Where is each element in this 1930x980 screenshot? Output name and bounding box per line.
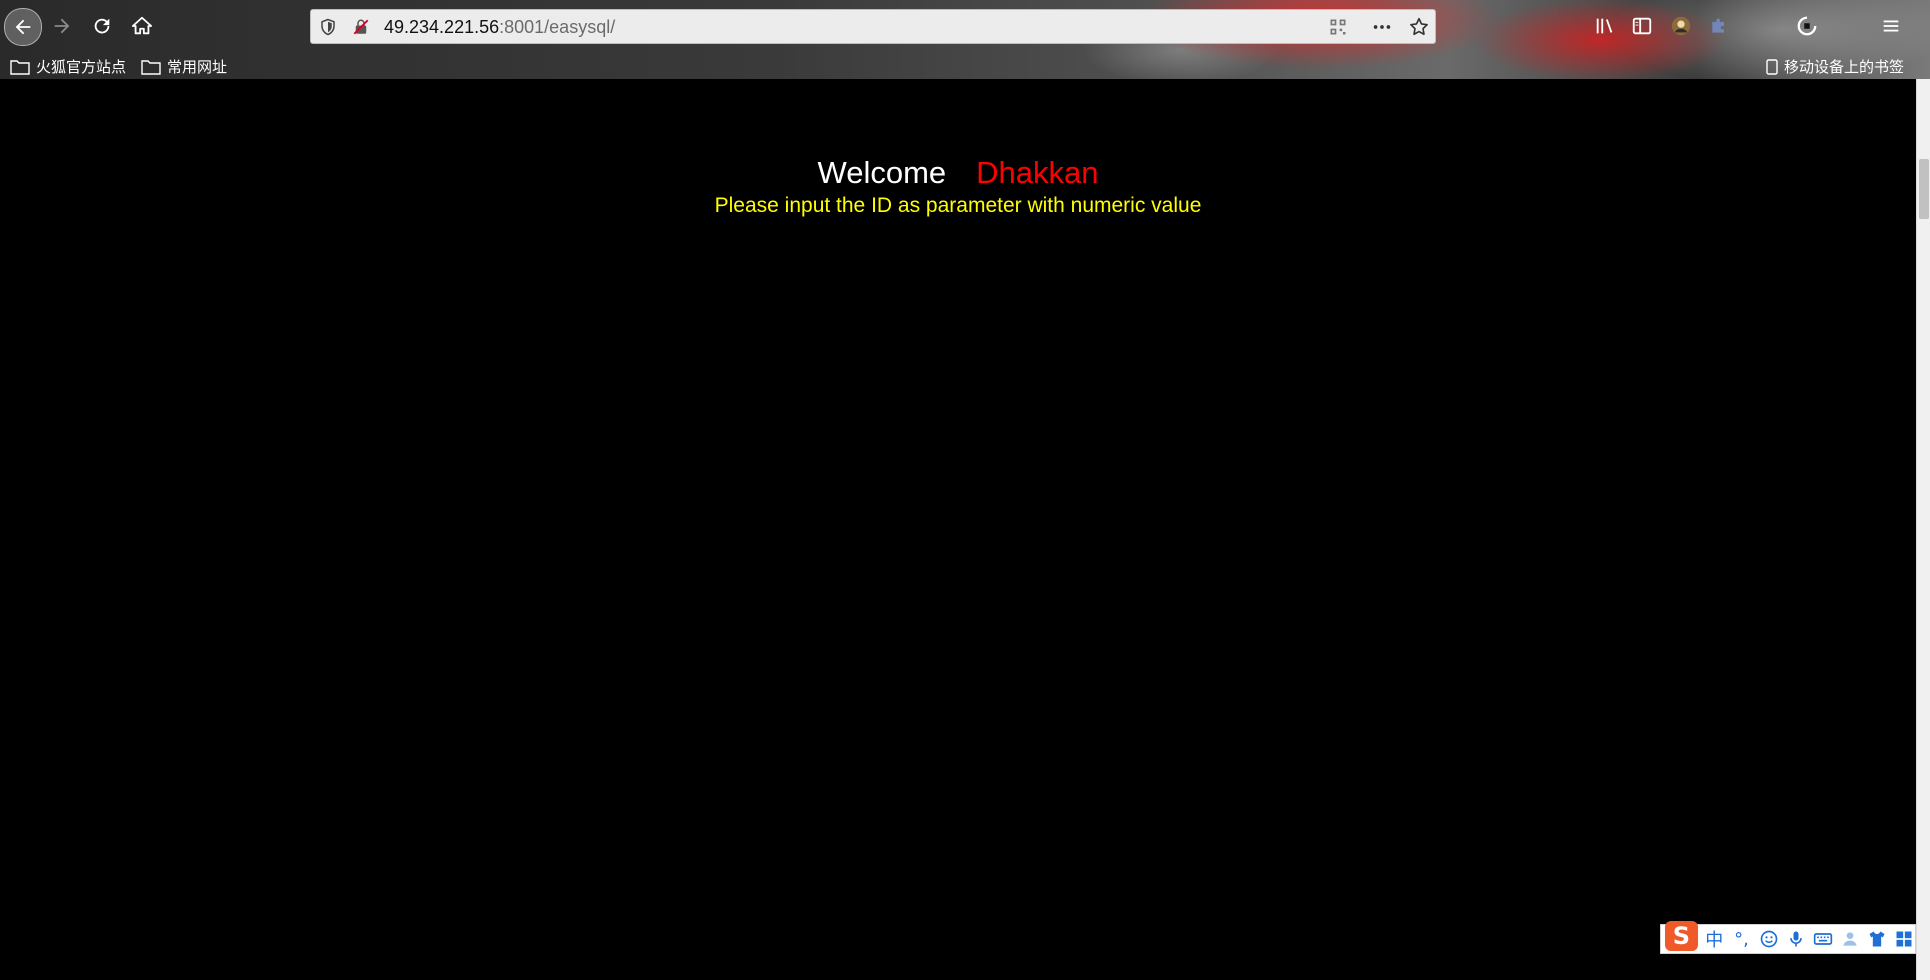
bookmark-folder-firefox[interactable]: 火狐官方站点 [10,56,126,77]
bookmark-star-icon[interactable] [1408,16,1430,38]
welcome-name: Dhakkan [976,155,1099,190]
ime-toolbar: S 中 °, [1660,921,1916,954]
ime-punctuation-toggle[interactable]: °, [1731,929,1752,950]
account-avatar-icon[interactable] [1668,13,1694,39]
address-bar[interactable]: 49.234.221.56:8001/easysql/ [310,9,1436,44]
toolbox-grid-icon[interactable] [1894,929,1915,949]
browser-chrome: 49.234.221.56:8001/easysql/ 火狐官方站点 常用网址 … [0,0,1930,79]
bookmark-folder-common[interactable]: 常用网址 [141,56,227,77]
menu-icon[interactable] [1878,13,1904,39]
folder-icon [10,59,30,75]
input-prompt: Please input the ID as parameter with nu… [714,194,1202,217]
emoji-icon[interactable] [1758,929,1779,949]
more-actions-icon[interactable] [1371,16,1393,38]
vertical-scrollbar[interactable] [1916,79,1930,980]
home-button[interactable] [124,8,160,44]
browser-toolbar: 49.234.221.56:8001/easysql/ [0,0,1930,52]
user-icon[interactable] [1839,929,1860,949]
sync-icon[interactable] [1794,13,1820,39]
keyboard-icon[interactable] [1812,929,1833,949]
folder-icon [141,59,161,75]
mobile-bookmarks-label: 移动设备上的书签 [1784,59,1905,76]
insecure-lock-icon[interactable] [352,18,370,36]
microphone-icon[interactable] [1785,929,1806,949]
back-button[interactable] [4,8,42,46]
forward-button[interactable] [44,8,80,44]
skin-shirt-icon[interactable] [1867,929,1888,949]
page-content: Welcome Dhakkan Please input the ID as pa… [0,79,1916,980]
bookmark-label: 常用网址 [167,59,228,76]
arrow-left-icon [15,19,31,35]
welcome-label: Welcome [817,155,947,190]
mobile-device-icon [1766,58,1778,75]
library-icon[interactable] [1592,13,1618,39]
reload-button[interactable] [84,8,120,44]
welcome-heading: Welcome Dhakkan [0,155,1916,191]
url-path: :8001/easysql/ [499,17,616,37]
reload-icon [94,18,110,34]
url-host: 49.234.221.56 [384,17,500,37]
url-text[interactable]: 49.234.221.56:8001/easysql/ [384,17,615,38]
mobile-bookmarks[interactable]: 移动设备上的书签 [1766,56,1904,77]
bookmark-label: 火狐官方站点 [36,59,127,76]
sogou-logo-icon[interactable]: S [1665,921,1698,951]
ime-mode-toggle[interactable]: 中 [1704,926,1725,952]
sidebar-icon[interactable] [1629,13,1655,39]
extension-icon[interactable] [1706,13,1732,39]
scrollbar-thumb[interactable] [1919,159,1929,219]
arrow-right-icon [54,18,70,34]
bookmarks-toolbar: 火狐官方站点 常用网址 移动设备上的书签 [0,52,1930,79]
qr-code-icon[interactable] [1327,16,1349,38]
home-icon [131,16,153,35]
shield-icon[interactable] [319,18,337,36]
